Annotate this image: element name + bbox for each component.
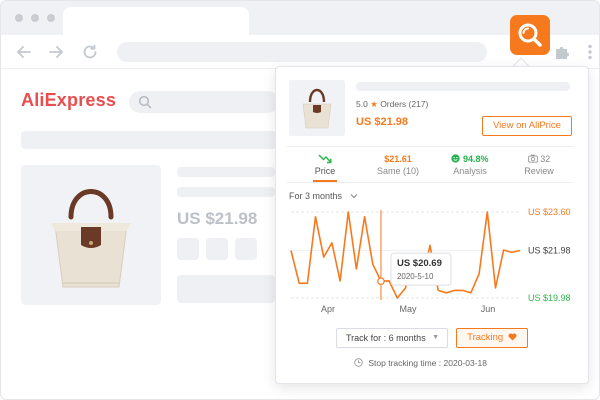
aliprice-extension-button[interactable] [510,15,550,55]
product-price: US $21.98 [177,209,258,228]
hover-point [377,277,385,285]
window-close-dot[interactable] [15,14,23,22]
forward-arrow-icon[interactable] [47,43,65,61]
stop-tracking-row: Stop tracking time : 2020-03-18 [354,358,487,368]
track-duration-label: Track for : 6 months [346,333,426,343]
stop-tracking-date: 2020-03-18 [443,358,487,368]
star-icon: ★ [370,99,381,109]
analysis-score: 94.8% [462,154,489,164]
x-tick-label: May [399,304,417,314]
tab-price-label: Price [314,166,336,176]
rating-value: 5.0 [356,99,368,109]
rating-orders-row: 5.0 ★ Orders (217) [356,99,428,110]
max-price-label: US $23.60 [528,207,571,217]
tote-bag-image [51,189,131,288]
tab-price[interactable]: Price [292,154,358,176]
site-search-bar[interactable] [129,91,279,113]
stop-tracking-label: Stop tracking time : [368,358,442,368]
popup-divider [287,146,573,147]
orders-count: Orders (217) [380,99,429,109]
option-swatch[interactable] [206,238,228,260]
min-price-label: US $19.98 [528,293,571,303]
x-tick-label: Jun [481,304,496,314]
tab-analysis-label: Analysis [453,166,487,176]
popup-price: US $21.98 [356,116,408,128]
option-swatch[interactable] [235,238,257,260]
tooltip-date: 2020-5-10 [397,272,434,281]
same-lowest-price: $21.61 [384,154,412,164]
tracking-button[interactable]: Tracking [456,328,528,348]
tab-same-label: Same (10) [376,166,420,176]
heart-icon [508,333,517,341]
tab-review-label: Review [524,166,554,176]
title-placeholder-line [177,167,275,177]
tab-review[interactable]: 32 Review [506,154,572,176]
review-count: 32 [540,154,551,164]
tab-same[interactable]: $21.61 Same (10) [365,154,431,176]
tooltip-price: US $20.69 [397,258,442,269]
smile-icon [451,154,461,163]
price-history-chart: US $23.60 US $21.98 US $19.98 Apr May Jun US … [290,207,571,314]
puzzle-extensions-icon[interactable] [553,43,571,61]
option-swatch[interactable] [177,238,199,260]
address-bar[interactable] [117,42,487,62]
tote-bag-thumbnail [302,88,332,129]
browser-tab[interactable] [63,7,249,37]
x-tick-label: Apr [321,304,335,314]
camera-icon [527,154,538,163]
search-icon [138,95,152,109]
title-placeholder-line [177,187,275,197]
window-minimize-dot[interactable] [31,14,39,22]
tracking-button-label: Tracking [467,332,504,343]
tabs-divider [287,182,573,183]
reload-icon[interactable] [81,43,99,61]
tab-analysis[interactable]: 94.8% Analysis [437,154,503,176]
track-duration-dropdown[interactable]: Track for : 6 months ▼ [336,328,448,348]
back-arrow-icon[interactable] [15,43,33,61]
window-maximize-dot[interactable] [47,14,55,22]
chevron-down-icon [350,194,357,199]
category-bar-placeholder [21,131,276,149]
clock-icon [354,358,363,367]
view-on-aliprice-button[interactable]: View on AliPrice [482,116,572,136]
popup-title-placeholder [356,82,570,91]
aliexpress-logo[interactable]: AliExpress [21,90,116,111]
add-to-cart-placeholder[interactable] [177,275,275,303]
trend-down-icon [318,154,332,164]
caret-down-icon: ▼ [432,334,439,341]
current-price-label: US $21.98 [528,245,571,255]
product-image[interactable] [21,165,161,305]
popup-product-thumbnail[interactable] [289,80,345,136]
menu-dots-icon[interactable] [581,43,599,61]
search-magnifier-icon [518,23,542,47]
